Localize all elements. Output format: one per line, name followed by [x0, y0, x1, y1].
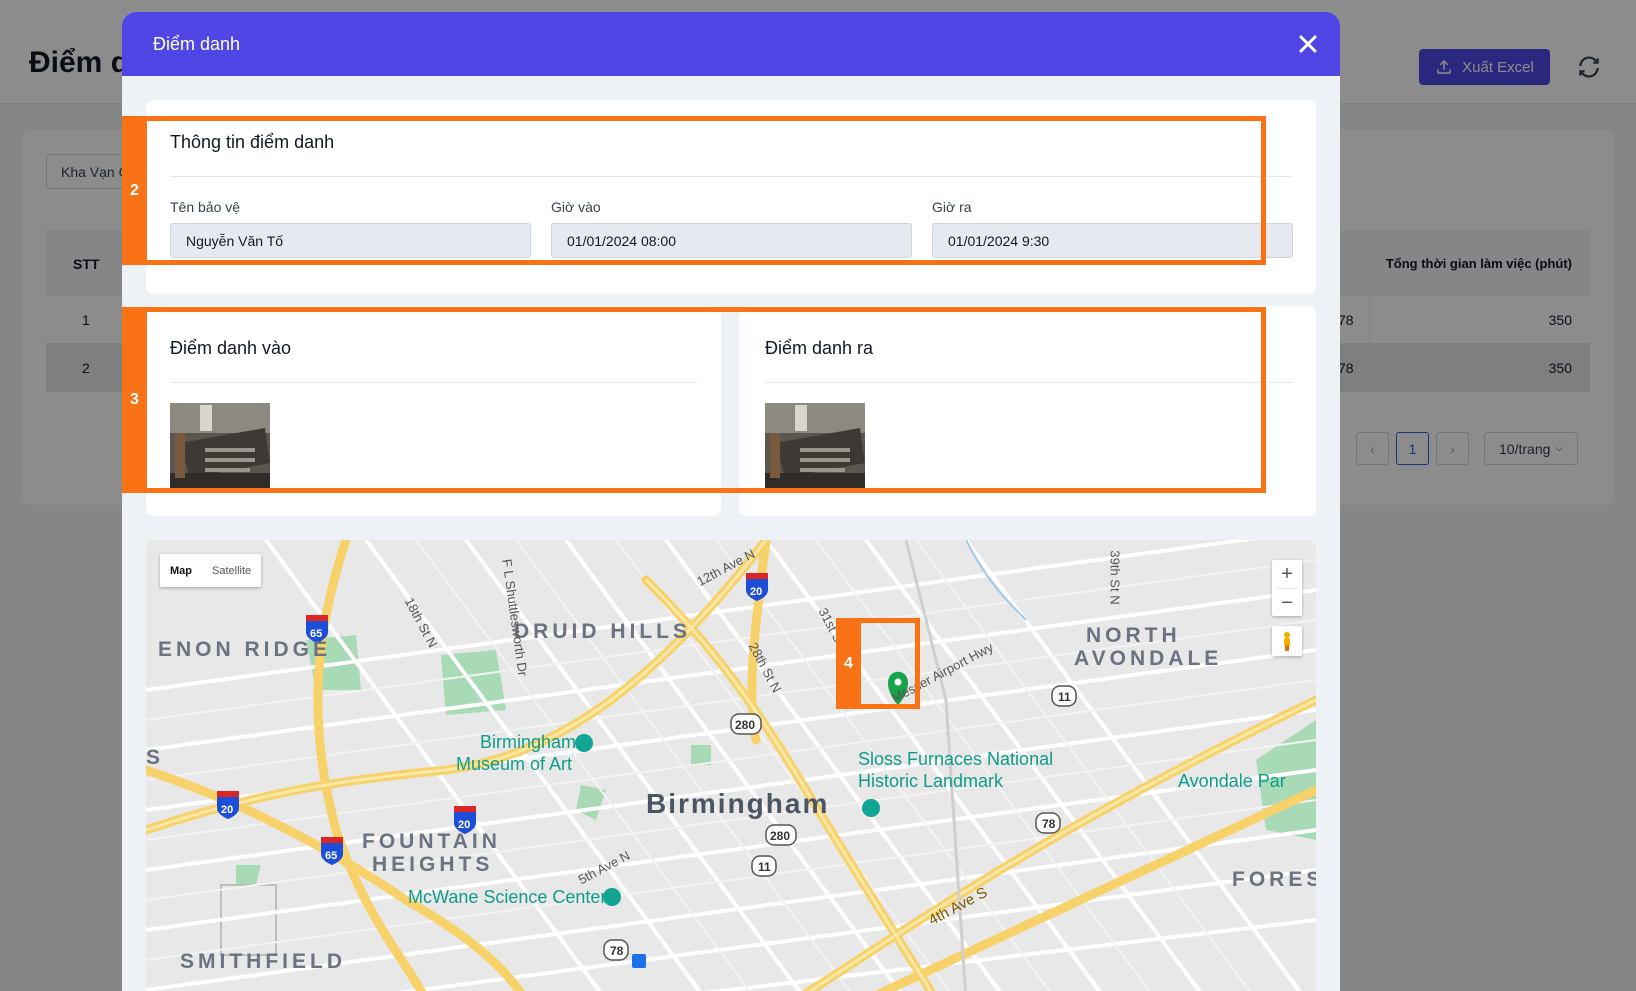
annotation-badge-marker: 4 — [836, 618, 861, 709]
location-map[interactable]: 20 65 20 20 65 280 280 11 11 78 78 DRUID… — [146, 540, 1316, 991]
annotation-box-info — [122, 116, 1266, 265]
map-label-39th-st: 39th St N — [1107, 550, 1123, 605]
close-icon[interactable] — [1296, 32, 1320, 56]
route-280-label: 280 — [770, 829, 791, 843]
map-label-forest: FORES — [1232, 868, 1316, 891]
route-280-label: 280 — [735, 718, 756, 732]
route-11-label: 11 — [1058, 690, 1071, 704]
route-11-label: 11 — [758, 860, 771, 874]
annotation-box-photos — [122, 307, 1266, 493]
map-label-sloss-line1: Sloss Furnaces National — [858, 749, 1054, 769]
map-label-north: NORTH — [1086, 624, 1181, 647]
map-type-satellite-button[interactable]: Satellite — [202, 554, 261, 587]
interstate-65-label: 65 — [325, 850, 338, 862]
map-label-museum-line1: Birmingham — [480, 732, 577, 752]
attendance-modal: Điểm danh Thông tin điểm danh Tên bảo vệ… — [122, 12, 1340, 991]
map-label-druid-hills: DRUID HILLS — [514, 620, 691, 643]
route-78-label: 78 — [1042, 817, 1056, 831]
map-type-map-button[interactable]: Map — [160, 554, 202, 587]
map-label-heights: HEIGHTS — [372, 853, 494, 876]
interstate-20-label: 20 — [221, 804, 234, 816]
zoom-out-button[interactable]: − — [1272, 589, 1302, 617]
map-label-mcwane: McWane Science Center — [408, 887, 607, 907]
map-label-birmingham: Birmingham — [646, 788, 830, 819]
annotation-badge-photos: 3 — [122, 307, 147, 493]
map-type-control: Map Satellite — [160, 554, 262, 587]
street-view-pegman-icon[interactable] — [1272, 626, 1302, 656]
map-label-sloss-line2: Historic Landmark — [858, 771, 1004, 791]
modal-title: Điểm danh — [153, 34, 241, 54]
zoom-control: + − — [1272, 560, 1302, 616]
map-label-enon-ridge: ENON RIDGE — [158, 638, 332, 661]
modal-header: Điểm danh — [122, 12, 1340, 76]
annotation-badge-info: 2 — [122, 116, 147, 265]
map-tiles — [146, 540, 1316, 991]
zoom-in-button[interactable]: + — [1272, 560, 1302, 588]
map-label-avondale: AVONDALE — [1074, 647, 1223, 670]
map-label-fountain: FOUNTAIN — [362, 830, 501, 853]
map-label-s: S — [146, 746, 165, 769]
map-label-smithfield: SMITHFIELD — [180, 950, 346, 973]
map-label-avondale-park: Avondale Par — [1178, 771, 1286, 791]
map-label-museum-line2: Museum of Art — [456, 754, 573, 774]
interstate-20-label: 20 — [750, 586, 763, 598]
route-78-label: 78 — [610, 944, 624, 958]
